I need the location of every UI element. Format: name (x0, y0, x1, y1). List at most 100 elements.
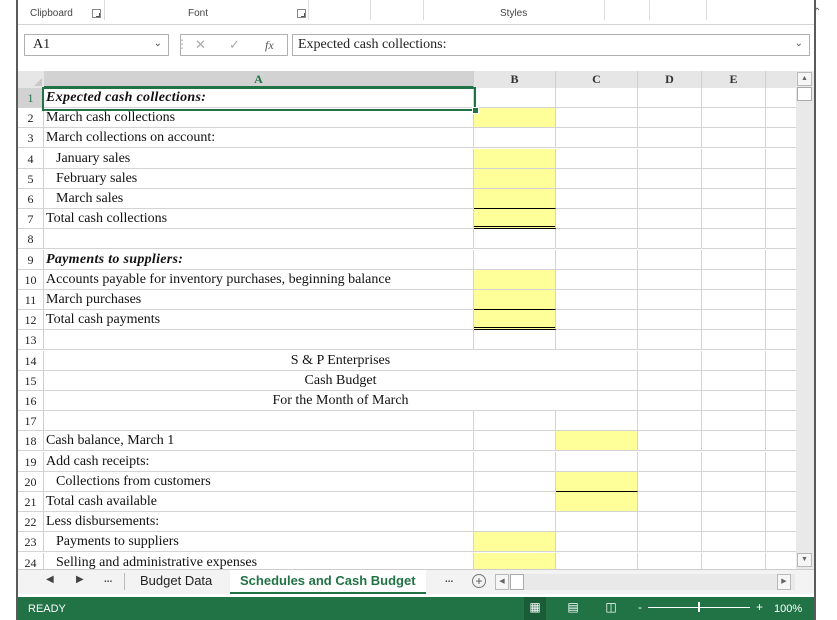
cell-e15[interactable] (702, 370, 766, 391)
cell-a9[interactable]: Payments to suppliers: (44, 249, 474, 270)
cell-f24[interactable] (766, 553, 796, 569)
row-header[interactable]: 10 (18, 269, 44, 290)
cell-e18[interactable] (702, 431, 766, 452)
cell-f6[interactable] (766, 189, 796, 209)
cell-a22[interactable]: Less disbursements: (44, 512, 474, 533)
font-dialog-launcher-icon[interactable] (297, 9, 306, 18)
row-header[interactable]: 7 (18, 209, 44, 230)
row-header[interactable]: 11 (18, 290, 44, 310)
row-header[interactable]: 6 (18, 189, 44, 209)
cell-a17[interactable] (44, 411, 474, 432)
horizontal-scroll-thumb[interactable] (510, 574, 524, 590)
cell-e21[interactable] (702, 492, 766, 512)
cell-b24[interactable] (474, 552, 556, 569)
cell-b6[interactable] (474, 189, 556, 209)
cell-d23[interactable] (638, 532, 702, 553)
cell-b11[interactable] (474, 290, 556, 310)
cell-e7[interactable] (702, 209, 766, 230)
column-header-b[interactable]: B (474, 71, 556, 88)
cell-e11[interactable] (702, 290, 766, 310)
cell-e16[interactable] (702, 391, 766, 411)
row-header[interactable]: 16 (18, 391, 44, 411)
horizontal-scrollbar[interactable]: ◀ ▶ (495, 574, 795, 590)
cell-c13[interactable] (556, 330, 638, 351)
collapse-ribbon-icon[interactable]: ⌃ (813, 7, 821, 18)
row-header[interactable]: 5 (18, 168, 44, 189)
cell-e23[interactable] (702, 532, 766, 553)
vertical-scrollbar[interactable]: ▲ ▼ (796, 71, 814, 569)
cell-a10[interactable]: Accounts payable for inventory purchases… (44, 269, 474, 290)
cell-d4[interactable] (638, 148, 702, 169)
cancel-icon[interactable]: ✕ (195, 37, 206, 53)
cell-c18[interactable] (556, 431, 638, 452)
row-header[interactable]: 19 (18, 451, 44, 472)
cell-d12[interactable] (638, 310, 702, 331)
cell-f18[interactable] (766, 431, 796, 452)
cell-a8[interactable] (44, 229, 474, 250)
cell-b9[interactable] (474, 249, 556, 270)
cell-e19[interactable] (702, 451, 766, 472)
column-header-e[interactable]: E (702, 71, 766, 88)
cell-a3[interactable]: March collections on account: (44, 128, 474, 149)
vertical-scroll-thumb[interactable] (797, 87, 812, 101)
cell-f2[interactable] (766, 108, 796, 129)
cell-d1[interactable] (638, 88, 702, 108)
cell-b10[interactable] (474, 269, 556, 290)
cell-f4[interactable] (766, 149, 796, 169)
cell-d2[interactable] (638, 108, 702, 129)
cell-b8[interactable] (474, 229, 556, 250)
page-layout-view-icon[interactable]: ▤ (562, 597, 584, 620)
scroll-right-icon[interactable]: ▶ (777, 574, 791, 590)
prev-sheet-icon[interactable]: ◀ (46, 574, 54, 585)
cell-d21[interactable] (638, 492, 702, 512)
clipboard-dialog-launcher-icon[interactable] (92, 9, 101, 18)
row-header[interactable]: 18 (18, 431, 44, 452)
cell-a20[interactable]: Collections from customers (44, 471, 474, 492)
row-header[interactable]: 14 (18, 350, 44, 371)
column-header-a[interactable]: A (44, 71, 474, 88)
tab-schedules-and-cash-budget[interactable]: Schedules and Cash Budget (230, 570, 426, 594)
scroll-left-icon[interactable]: ◀ (495, 574, 509, 590)
cell-e12[interactable] (702, 310, 766, 331)
row-header[interactable]: 20 (18, 471, 44, 492)
cell-e4[interactable] (702, 148, 766, 169)
cell-a7[interactable]: Total cash collections (44, 209, 474, 230)
row-header[interactable]: 22 (18, 512, 44, 533)
add-sheet-icon[interactable]: + (472, 574, 486, 588)
cell-a5[interactable]: February sales (44, 168, 474, 189)
cell-c22[interactable] (556, 512, 638, 533)
more-sheets-left-button[interactable]: ... (104, 574, 112, 585)
cell-c8[interactable] (556, 229, 638, 250)
name-box[interactable]: A1 ⌄ (24, 34, 169, 56)
cell-d18[interactable] (638, 431, 702, 452)
cell-b19[interactable] (474, 451, 556, 472)
row-header[interactable]: 4 (18, 148, 44, 169)
cell-c12[interactable] (556, 310, 638, 331)
row-header[interactable]: 3 (18, 128, 44, 149)
cell-e3[interactable] (702, 128, 766, 149)
cell-d10[interactable] (638, 269, 702, 290)
cell-b2[interactable] (474, 108, 556, 129)
cell-c17[interactable] (556, 411, 638, 432)
zoom-slider-thumb[interactable] (698, 602, 700, 612)
cell-d15[interactable] (638, 370, 702, 391)
cell-f21[interactable] (766, 492, 796, 512)
cell-d9[interactable] (638, 249, 702, 270)
cell-a2[interactable]: March cash collections (44, 108, 474, 129)
row-header[interactable]: 9 (18, 249, 44, 270)
cell-b13[interactable] (474, 330, 556, 351)
row-header[interactable]: 23 (18, 532, 44, 553)
cell-f14[interactable] (766, 351, 796, 371)
cell-f15[interactable] (766, 371, 796, 391)
cell-c1[interactable] (556, 88, 638, 108)
cell-f16[interactable] (766, 391, 796, 411)
cell-d7[interactable] (638, 209, 702, 230)
cell-a14[interactable]: S & P Enterprises (44, 350, 638, 371)
zoom-out-button[interactable]: - (638, 600, 642, 614)
column-header-d[interactable]: D (638, 71, 702, 88)
cell-a16[interactable]: For the Month of March (44, 391, 638, 411)
cell-f20[interactable] (766, 472, 796, 492)
cell-b4[interactable] (474, 148, 556, 169)
cell-e17[interactable] (702, 411, 766, 432)
cell-f8[interactable] (766, 229, 796, 250)
